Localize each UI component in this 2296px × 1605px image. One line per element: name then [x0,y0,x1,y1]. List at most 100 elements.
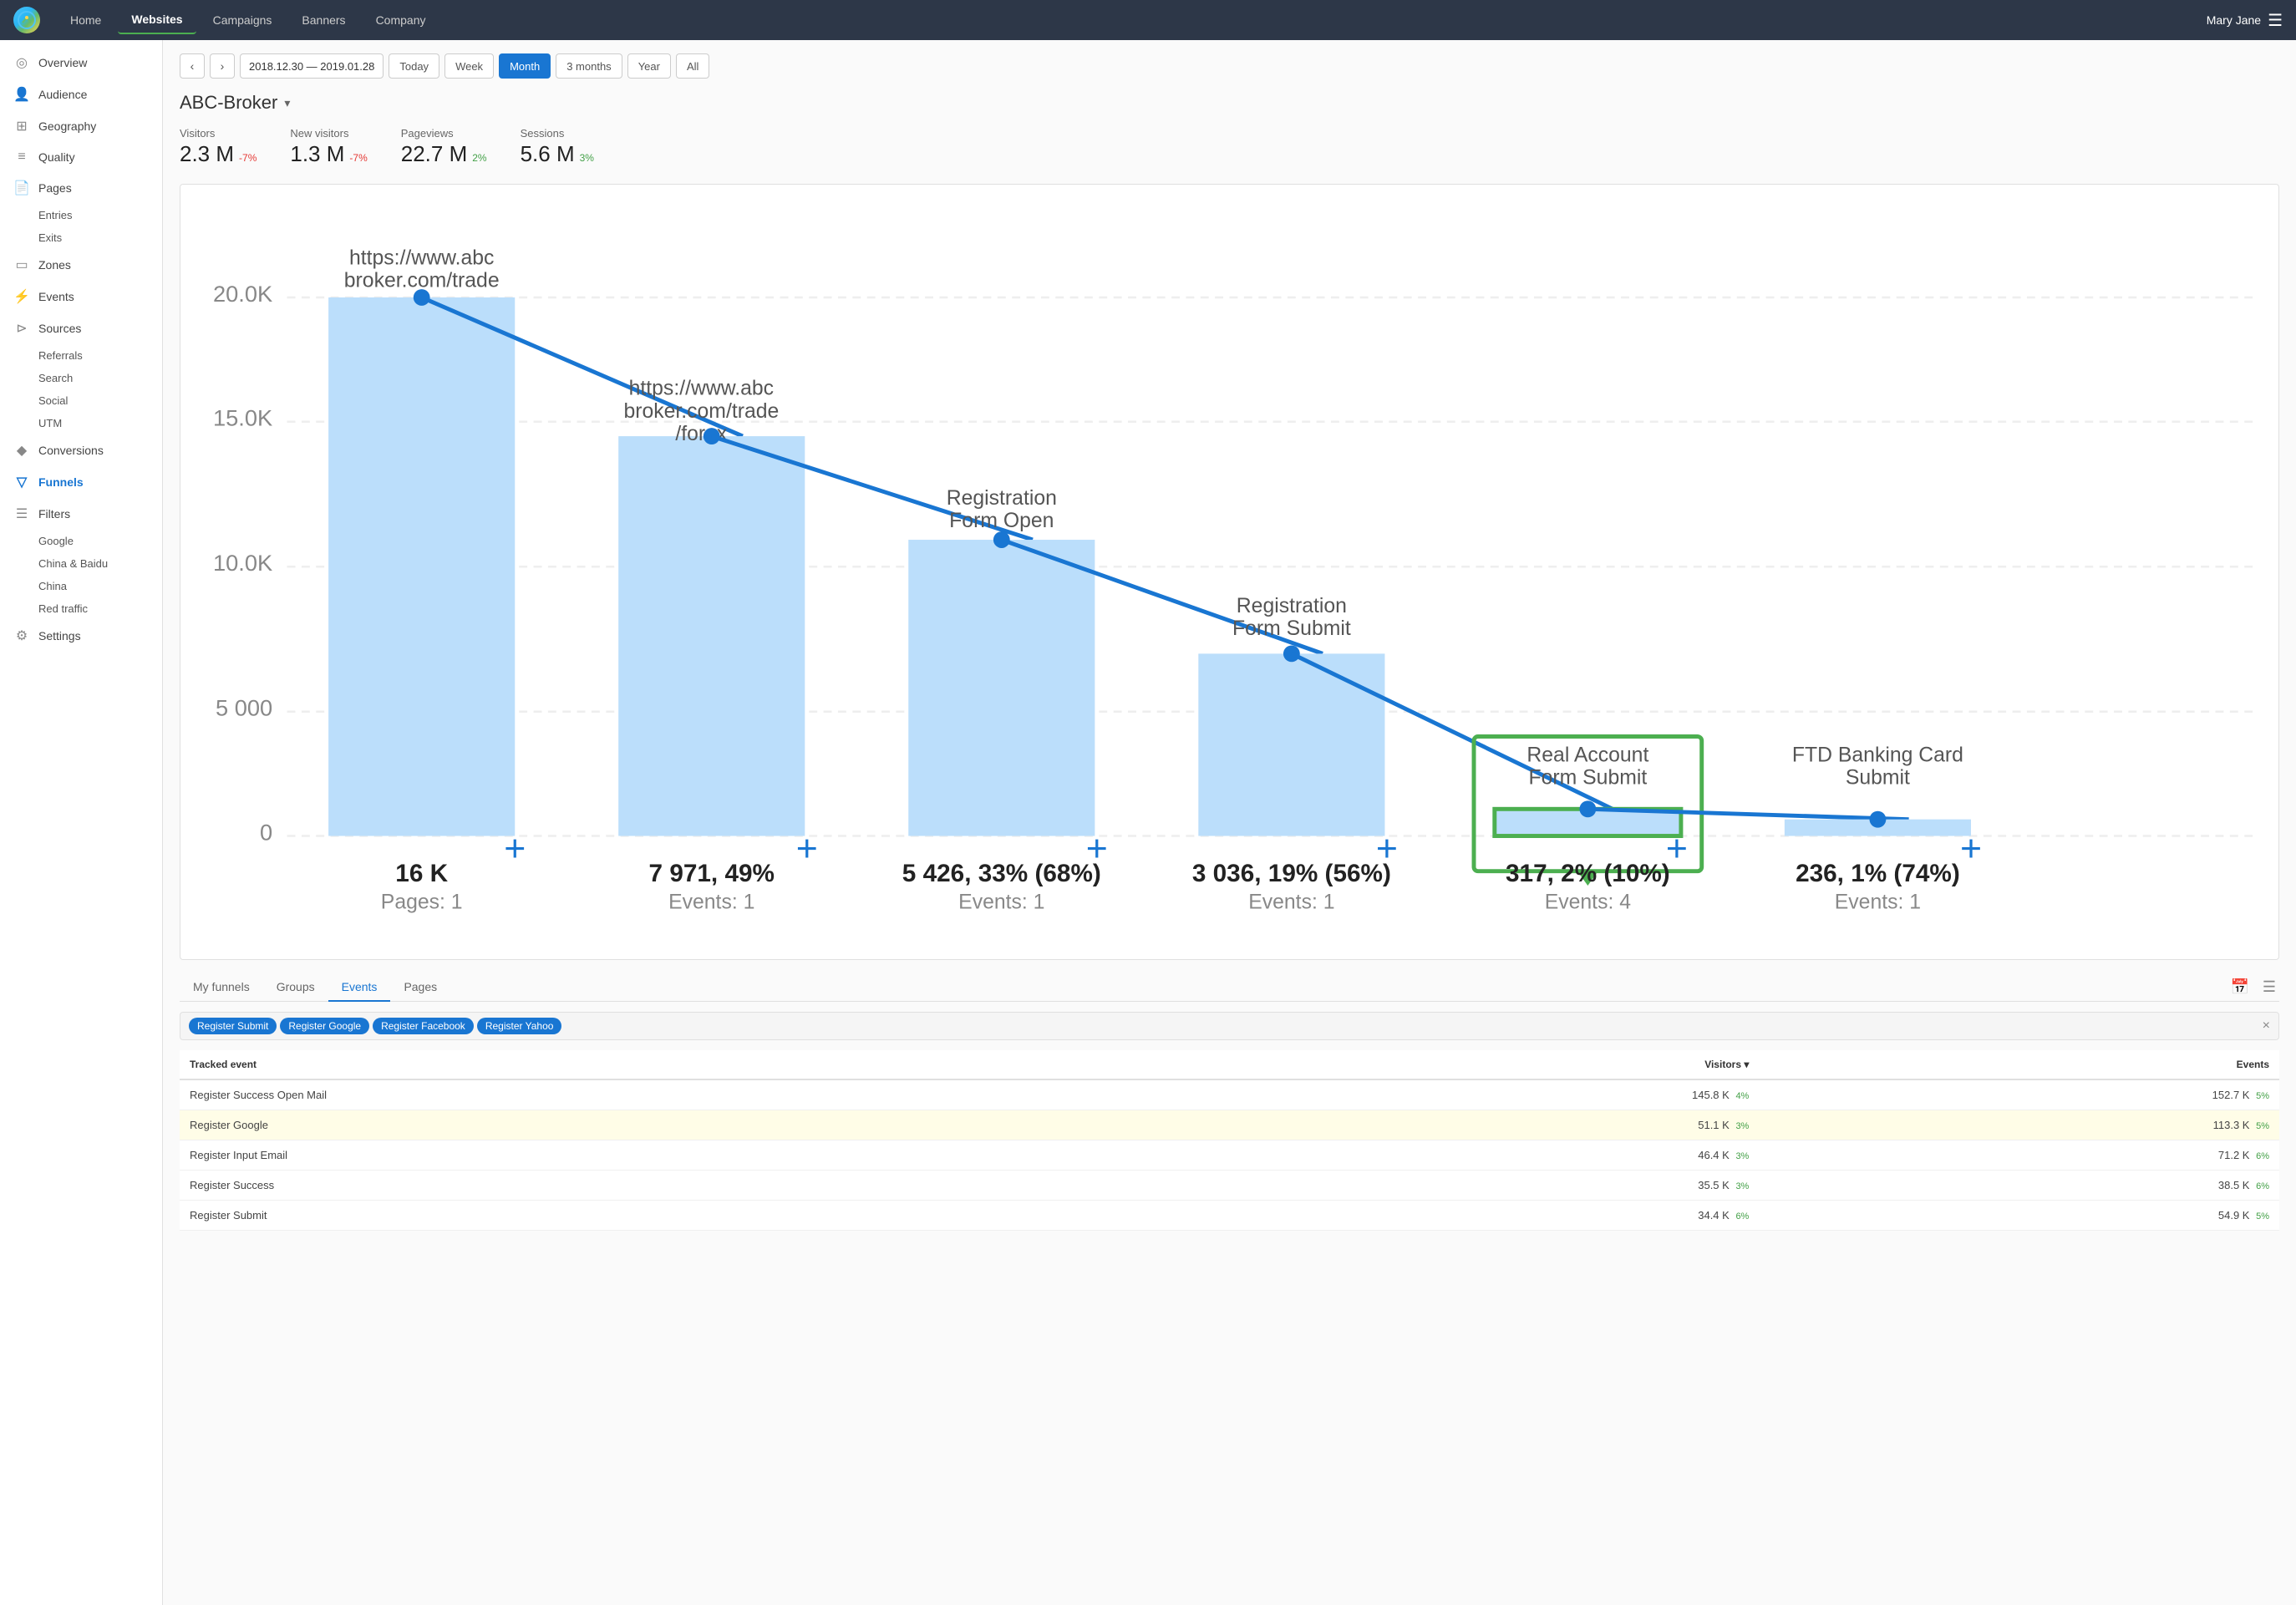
next-period-button[interactable]: › [210,53,235,79]
nav-company[interactable]: Company [363,7,439,33]
table-row[interactable]: Register Input Email 46.4 K 3% 71.2 K 6% [180,1140,2279,1171]
sidebar-item-quality[interactable]: ≡ Quality [0,142,162,172]
col-visitors[interactable]: Visitors ▾ [1239,1050,1760,1079]
svg-text:236, 1% (74%): 236, 1% (74%) [1796,860,1960,887]
tab-events[interactable]: Events [328,973,391,1002]
svg-text:Events: 1: Events: 1 [668,891,754,913]
svg-text:5 426, 33% (68%): 5 426, 33% (68%) [902,860,1101,887]
sidebar-item-funnels[interactable]: ▽ Funnels [0,466,162,498]
table-row[interactable]: Register Submit 34.4 K 6% 54.9 K 5% [180,1201,2279,1231]
prev-period-button[interactable]: ‹ [180,53,205,79]
sidebar-subitem-utm[interactable]: UTM [0,412,162,434]
svg-text:0: 0 [260,819,272,845]
funnel-bar-3[interactable] [908,540,1095,836]
sidebar-subitem-red-traffic[interactable]: Red traffic [0,597,162,620]
svg-text:10.0K: 10.0K [213,550,272,576]
col-events: Events [1759,1050,2279,1079]
sidebar-subitem-google[interactable]: Google [0,530,162,552]
funnel-bar-1[interactable] [328,297,515,836]
sidebar-item-settings[interactable]: ⚙ Settings [0,620,162,652]
calendar-view-button[interactable]: 📅 [2227,975,2252,999]
filter-tag-register-google[interactable]: Register Google [280,1018,369,1034]
svg-text:broker.com/trade: broker.com/trade [344,270,500,292]
cell-visitors: 34.4 K 6% [1239,1201,1760,1231]
sidebar-item-zones[interactable]: ▭ Zones [0,249,162,281]
tab-view-actions: 📅 ☰ [2227,975,2279,999]
stat-new-visitors: New visitors 1.3 M -7% [290,127,367,167]
sidebar-subitem-china[interactable]: China [0,575,162,597]
page-title: ABC-Broker ▾ [180,92,2279,114]
period-week[interactable]: Week [444,53,494,79]
cell-events: 152.7 K 5% [1759,1079,2279,1110]
user-menu-icon[interactable]: ☰ [2268,10,2283,31]
main-layout: ◎ Overview 👤 Audience ⊞ Geography ≡ Qual… [0,40,2296,1605]
period-month[interactable]: Month [499,53,551,79]
sidebar-item-overview[interactable]: ◎ Overview [0,47,162,79]
sidebar-item-sources[interactable]: ⊳ Sources [0,312,162,344]
events-table: Tracked event Visitors ▾ Events Register… [180,1050,2279,1231]
svg-text:317, 2% (10%): 317, 2% (10%) [1506,860,1670,887]
funnels-icon: ▽ [13,474,30,490]
stat-visitors: Visitors 2.3 M -7% [180,127,257,167]
filter-tag-register-yahoo[interactable]: Register Yahoo [477,1018,562,1034]
tab-groups[interactable]: Groups [263,973,328,1002]
cell-events: 54.9 K 5% [1759,1201,2279,1231]
sidebar-subitem-search[interactable]: Search [0,367,162,389]
period-all[interactable]: All [676,53,709,79]
svg-text:Events: 1: Events: 1 [1248,891,1334,913]
sources-icon: ⊳ [13,320,30,337]
sidebar-item-audience[interactable]: 👤 Audience [0,79,162,110]
sidebar-subitem-social[interactable]: Social [0,389,162,412]
cell-events: 71.2 K 6% [1759,1140,2279,1171]
pages-icon: 📄 [13,180,30,196]
site-selector-arrow[interactable]: ▾ [284,96,290,110]
app-logo [13,7,40,33]
tab-pages[interactable]: Pages [390,973,450,1002]
cell-event: Register Input Email [180,1140,1239,1171]
user-menu[interactable]: Mary Jane ☰ [2207,10,2283,31]
filter-clear-button[interactable]: × [2263,1018,2270,1034]
sidebar-subitem-exits[interactable]: Exits [0,226,162,249]
svg-text:Submit: Submit [1846,767,1910,790]
sidebar-subitem-china-baidu[interactable]: China & Baidu [0,552,162,575]
funnel-chart-container: 20.0K 15.0K 10.0K 5 000 0 https://www.ab… [180,184,2279,960]
list-view-button[interactable]: ☰ [2259,975,2279,999]
cell-events: 38.5 K 6% [1759,1171,2279,1201]
funnel-bar-2[interactable] [618,436,805,836]
filter-tags-bar: Register Submit Register Google Register… [180,1012,2279,1040]
svg-text:3 036, 19% (56%): 3 036, 19% (56%) [1192,860,1391,887]
sidebar-item-events[interactable]: ⚡ Events [0,281,162,312]
nav-websites[interactable]: Websites [118,6,196,34]
conversions-icon: ◆ [13,442,30,459]
svg-text:20.0K: 20.0K [213,281,272,307]
cell-event: Register Success Open Mail [180,1079,1239,1110]
cell-events: 113.3 K 5% [1759,1110,2279,1140]
table-row[interactable]: Register Google 51.1 K 3% 113.3 K 5% [180,1110,2279,1140]
sidebar-subitem-referrals[interactable]: Referrals [0,344,162,367]
sidebar-item-pages[interactable]: 📄 Pages [0,172,162,204]
nav-home[interactable]: Home [57,7,114,33]
tab-my-funnels[interactable]: My funnels [180,973,263,1002]
table-row[interactable]: Register Success 35.5 K 3% 38.5 K 6% [180,1171,2279,1201]
sidebar-item-filters[interactable]: ☰ Filters [0,498,162,530]
stat-pageviews: Pageviews 22.7 M 2% [401,127,487,167]
period-today[interactable]: Today [389,53,439,79]
filter-tag-register-facebook[interactable]: Register Facebook [373,1018,474,1034]
sidebar-item-geography[interactable]: ⊞ Geography [0,110,162,142]
period-3months[interactable]: 3 months [556,53,622,79]
sidebar-subitem-entries[interactable]: Entries [0,204,162,226]
funnel-bar-4[interactable] [1198,653,1384,836]
stat-sessions: Sessions 5.6 M 3% [521,127,594,167]
nav-items: Home Websites Campaigns Banners Company [57,6,2207,34]
cell-event: Register Success [180,1171,1239,1201]
nav-banners[interactable]: Banners [288,7,358,33]
nav-campaigns[interactable]: Campaigns [200,7,286,33]
quality-icon: ≡ [13,150,30,165]
user-name: Mary Jane [2207,13,2261,27]
svg-text:/forex: /forex [675,423,728,445]
table-row[interactable]: Register Success Open Mail 145.8 K 4% 15… [180,1079,2279,1110]
sidebar-item-conversions[interactable]: ◆ Conversions [0,434,162,466]
svg-text:16 K: 16 K [395,860,448,887]
period-year[interactable]: Year [627,53,671,79]
filter-tag-register-submit[interactable]: Register Submit [189,1018,277,1034]
